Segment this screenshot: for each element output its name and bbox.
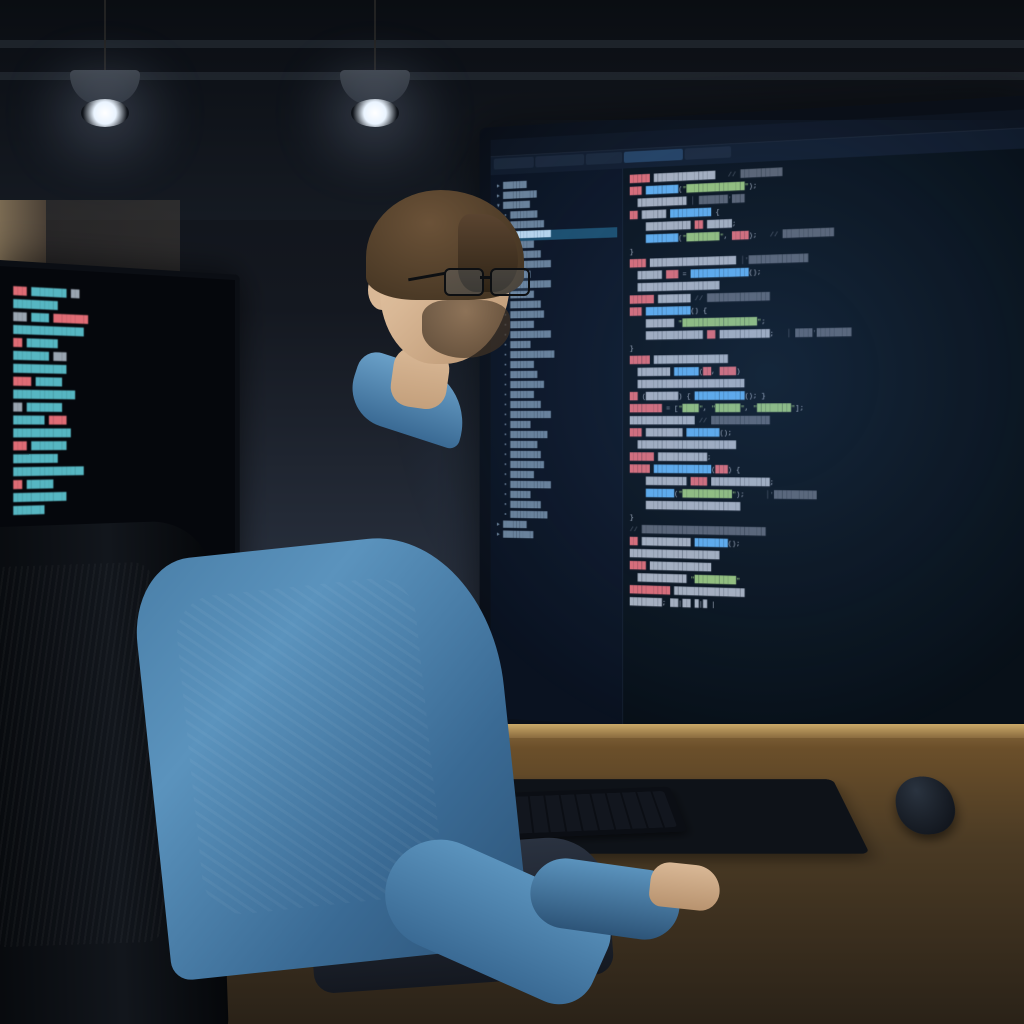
editor-code-pane: █████ ███████████████ // ██████████ ███ …: [623, 148, 1024, 754]
ceiling-beam: [0, 72, 1024, 80]
pendant-lamp: [70, 0, 140, 105]
ceiling-beam: [0, 40, 1024, 48]
beard: [422, 300, 510, 358]
glasses-icon: [444, 268, 530, 292]
developer-person: [150, 324, 570, 964]
pendant-lamp: [340, 0, 410, 105]
head: [360, 184, 520, 374]
developer-at-desk-scene: ███ ████████ ██ ██████████ ███ ████ ████…: [0, 0, 1024, 1024]
